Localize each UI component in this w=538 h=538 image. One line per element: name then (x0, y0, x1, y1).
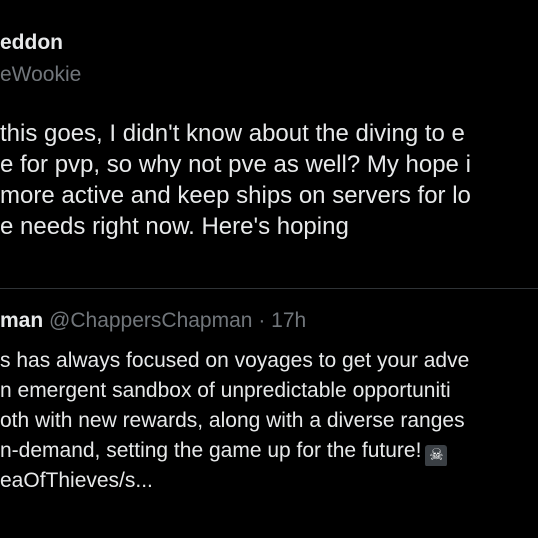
author-name[interactable]: eddon (0, 31, 63, 55)
quote-header: man @ChappersChapman · 17h (0, 309, 306, 333)
separator-dot: · (258, 309, 266, 332)
tweet-text-line: more active and keep ships on servers fo… (0, 182, 471, 209)
quote-text-line: oth with new rewards, along with a diver… (0, 409, 465, 432)
tweet-text-line: e for pvp, so why not pve as well? My ho… (0, 151, 471, 178)
quote-text-fragment: n-demand, setting the game up for the fu… (0, 439, 422, 462)
quote-text-line: n-demand, setting the game up for the fu… (0, 436, 538, 466)
quote-text: s has always focused on voyages to get y… (0, 346, 538, 496)
quote-author-name[interactable]: man (0, 309, 43, 332)
quote-link[interactable]: eaOfThieves/s... (0, 466, 538, 496)
quote-text-line: s has always focused on voyages to get y… (0, 349, 470, 372)
tweet-text-line: this goes, I didn't know about the divin… (0, 120, 465, 147)
quote-author-handle[interactable]: @ChappersChapman (49, 309, 252, 332)
quote-timestamp[interactable]: 17h (271, 309, 306, 332)
tweet-text: this goes, I didn't know about the divin… (0, 118, 538, 242)
skull-crossbones-icon: ☠ (425, 445, 448, 466)
author-handle[interactable]: eWookie (0, 63, 81, 87)
tweet-text-line: e needs right now. Here's hoping (0, 213, 349, 240)
divider (0, 288, 538, 289)
quote-text-line: n emergent sandbox of unpredictable oppo… (0, 379, 451, 402)
